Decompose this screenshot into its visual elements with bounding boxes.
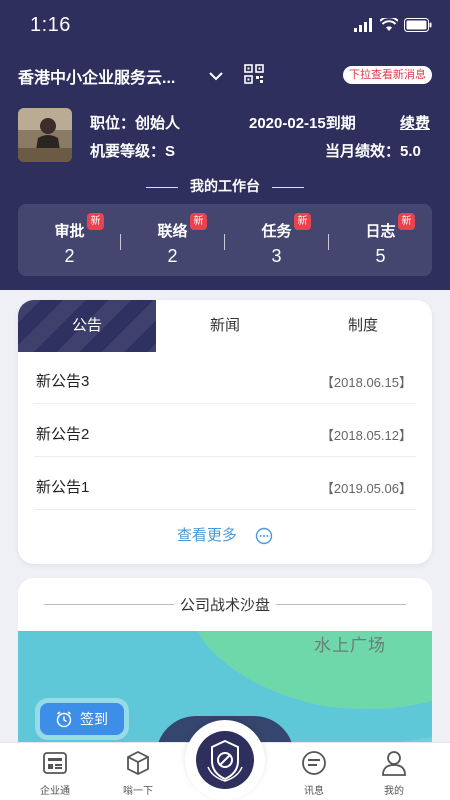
wifi-icon <box>380 18 398 31</box>
stat-label: 日志 <box>365 223 396 240</box>
divider <box>146 186 178 188</box>
notice-date: 【2018.05.12】 <box>320 428 412 443</box>
view-more-label: 查看更多 <box>176 527 237 544</box>
enterprise-icon <box>43 752 67 774</box>
pull-new-messages-hint[interactable]: 下拉查看新消息 <box>343 66 432 84</box>
list-item[interactable]: 新公告3 【2018.06.15】 <box>34 352 416 404</box>
signal-icon <box>354 18 372 32</box>
notice-tabs: 公告 新闻 制度 <box>18 300 432 352</box>
stats-panel: 审批 新 2 联络 新 2 任务 新 3 日志 新 5 <box>18 204 432 276</box>
emblem <box>196 731 254 789</box>
stat-value: 3 <box>271 246 282 266</box>
new-badge: 新 <box>398 213 415 230</box>
expiry-date: 2020-02-15到期 <box>249 115 356 132</box>
cube-icon <box>127 750 149 776</box>
list-item[interactable]: 新公告2 【2018.05.12】 <box>34 405 416 457</box>
clock-icon <box>56 711 72 728</box>
chevron-down-icon[interactable] <box>206 66 226 86</box>
tabbar-enterprise[interactable]: 企业通 <box>19 749 91 799</box>
notice-title: 新公告2 <box>36 426 90 443</box>
list-item[interactable]: 新公告1 【2019.05.06】 <box>34 458 416 510</box>
notice-title: 新公告1 <box>36 479 90 496</box>
checkin-button[interactable]: 签到 <box>40 703 124 735</box>
workbench-title: 我的工作台 <box>0 176 450 196</box>
status-time: 1:16 <box>30 14 71 36</box>
more-icon <box>255 527 273 545</box>
checkin-label: 签到 <box>80 711 108 727</box>
emblem-icon <box>207 739 243 782</box>
notice-date: 【2018.06.15】 <box>320 375 412 390</box>
stat-task[interactable]: 任务 新 3 <box>225 204 328 276</box>
tabbar-profile[interactable]: 我的 <box>358 749 430 799</box>
sandbox-title: 公司战术沙盘 <box>18 594 432 615</box>
message-icon <box>302 751 326 775</box>
workbench-title-text: 我的工作台 <box>190 178 260 194</box>
divider <box>272 186 304 188</box>
notice-card: 公告 新闻 制度 新公告3 【2018.06.15】 新公告2 【2018.05… <box>18 300 432 564</box>
new-badge: 新 <box>190 213 207 230</box>
stat-label: 任务 <box>261 223 292 240</box>
stat-label: 审批 <box>54 223 85 240</box>
company-selector[interactable]: 香港中小企业服务云... 下拉查看新消息 <box>18 62 432 90</box>
view-more-button[interactable]: 查看更多 <box>18 524 432 545</box>
level-label: 机要等级：S <box>90 143 176 160</box>
status-icons <box>354 18 432 32</box>
avatar[interactable] <box>18 108 72 162</box>
tabbar-label: 我的 <box>384 786 404 797</box>
stat-value: 2 <box>64 246 75 266</box>
tabbar-message[interactable]: 讯息 <box>278 749 350 799</box>
company-name: 香港中小企业服务云... <box>18 70 176 87</box>
stat-value: 5 <box>375 246 386 266</box>
position-label: 职位：创始人 <box>90 115 181 132</box>
header: 1:16 香港中小企业服务云... 下拉查看新消息 职位：创始人 2020-02… <box>0 0 450 290</box>
new-badge: 新 <box>87 213 104 230</box>
tabbar-label: 嗡一下 <box>123 786 153 797</box>
map-label: 水上广场 <box>314 636 386 655</box>
avatar-photo <box>18 108 72 162</box>
stat-log[interactable]: 日志 新 5 <box>329 204 432 276</box>
sandbox-title-text: 公司战术沙盘 <box>173 597 276 614</box>
notice-title: 新公告3 <box>36 373 90 390</box>
stat-label: 联络 <box>157 223 188 240</box>
tabbar-label: 企业通 <box>40 786 70 797</box>
stat-approval[interactable]: 审批 新 2 <box>18 204 121 276</box>
status-bar: 1:16 <box>0 0 450 52</box>
notice-date: 【2019.05.06】 <box>320 481 412 496</box>
tabbar-label: 讯息 <box>304 786 324 797</box>
stat-contact[interactable]: 联络 新 2 <box>121 204 224 276</box>
new-badge: 新 <box>294 213 311 230</box>
performance-label: 当月绩效：5.0 <box>325 143 421 160</box>
tab-announcement[interactable]: 公告 <box>18 300 156 352</box>
stat-value: 2 <box>167 246 178 266</box>
tab-policy[interactable]: 制度 <box>294 300 432 352</box>
renew-link[interactable]: 续费 <box>400 112 430 133</box>
tab-news[interactable]: 新闻 <box>156 300 294 352</box>
battery-icon <box>404 18 432 32</box>
qr-code-icon[interactable] <box>244 64 264 84</box>
center-emblem-button[interactable] <box>185 720 265 800</box>
profile-icon <box>382 751 406 776</box>
tabbar-ping[interactable]: 嗡一下 <box>102 749 174 799</box>
